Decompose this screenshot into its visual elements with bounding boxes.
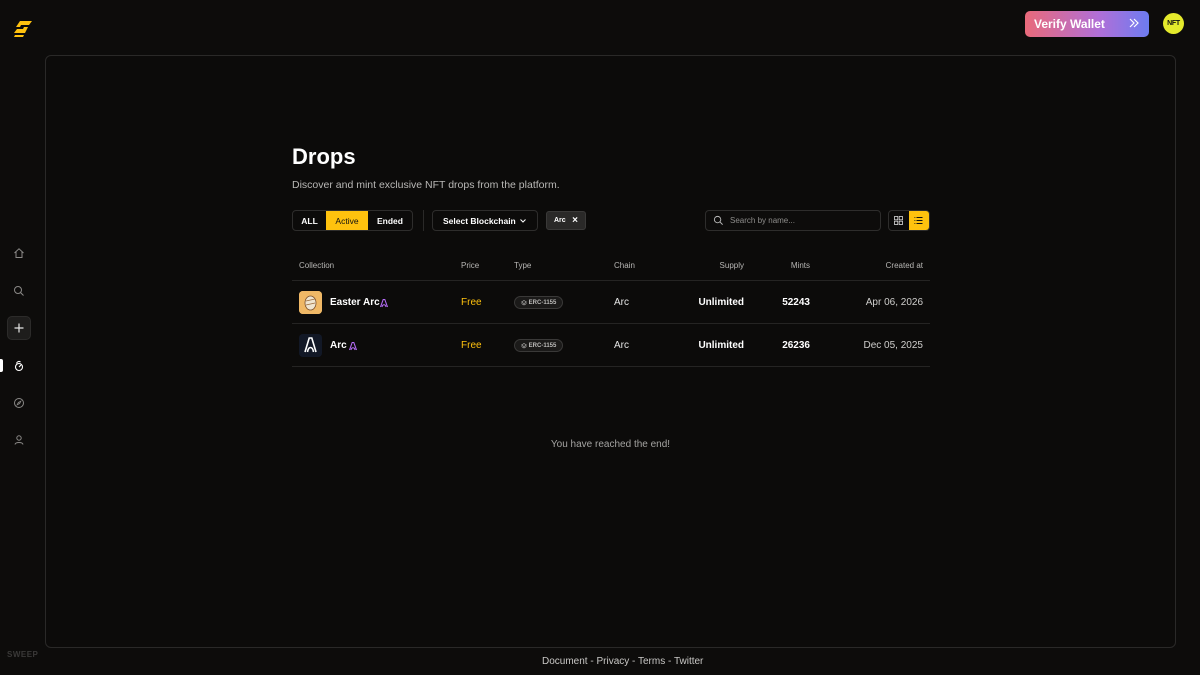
verify-wallet-button[interactable]: Verify Wallet [1025, 11, 1149, 37]
filter-all-button[interactable]: ALL [293, 211, 326, 230]
search-box [705, 210, 881, 231]
arc-chain-icon [379, 298, 389, 308]
chevron-down-icon [520, 219, 526, 223]
column-header-type: Type [514, 261, 532, 270]
created-value: Apr 06, 2026 [865, 297, 923, 308]
blockchain-select-label: Select Blockchain [443, 215, 516, 226]
close-icon[interactable]: × [572, 216, 578, 226]
footer-separator: - [665, 656, 674, 667]
grid-icon [894, 216, 904, 225]
token-type-label: ERC-1155 [528, 342, 557, 349]
search-icon [713, 215, 723, 225]
compass-icon [14, 398, 24, 408]
sidebar-item-drops[interactable] [7, 354, 31, 378]
chain-value: Arc [614, 297, 629, 308]
chain-value: Arc [614, 340, 629, 351]
layers-icon [520, 342, 527, 348]
collection-name: Arc [330, 340, 347, 351]
footer-link-document[interactable]: Document [542, 656, 588, 667]
sidebar-item-home[interactable] [7, 241, 31, 265]
filter-active-button[interactable]: Active [326, 211, 368, 230]
filter-chip-label: Arc [554, 217, 566, 224]
token-type-badge: ERC-1155 [514, 339, 563, 352]
column-header-chain: Chain [614, 261, 635, 270]
arc-logo-image [299, 334, 322, 357]
sidebar-item-create[interactable] [7, 316, 31, 340]
status-filter: ALL Active Ended [292, 210, 413, 231]
collection-name: Easter Arc [330, 297, 380, 308]
footer-link-twitter[interactable]: Twitter [674, 656, 703, 667]
sidebar-item-search[interactable] [7, 279, 31, 303]
blockchain-select[interactable]: Select Blockchain [432, 210, 538, 231]
footer-link-privacy[interactable]: Privacy [596, 656, 629, 667]
header-divider [292, 280, 930, 281]
mints-value: 52243 [782, 297, 810, 308]
plus-icon [14, 323, 24, 333]
page-subtitle: Discover and mint exclusive NFT drops fr… [292, 179, 560, 191]
layers-icon [520, 299, 527, 305]
home-icon [14, 248, 24, 258]
column-header-supply: Supply [719, 261, 744, 270]
price-value: Free [461, 340, 482, 351]
mints-value: 26236 [782, 340, 810, 351]
row-divider [292, 366, 930, 367]
drops-icon [14, 360, 24, 372]
filter-chip-arc: Arc × [546, 211, 586, 230]
collection-thumbnail [299, 291, 322, 314]
footer-links: Document - Privacy - Terms - Twitter [542, 656, 703, 667]
view-toggle [888, 210, 930, 231]
end-of-list-message: You have reached the end! [550, 439, 671, 450]
double-chevron-right-icon [1129, 18, 1139, 28]
footer-link-terms[interactable]: Terms [638, 656, 665, 667]
verify-wallet-label: Verify Wallet [1034, 17, 1105, 31]
avatar-text: NFT [1167, 20, 1180, 27]
column-header-collection: Collection [299, 261, 335, 270]
created-value: Dec 05, 2025 [863, 340, 924, 351]
token-type-badge: ERC-1155 [514, 296, 563, 309]
main-panel [45, 55, 1176, 648]
token-type-label: ERC-1155 [528, 299, 557, 306]
list-icon [914, 217, 923, 224]
avatar[interactable]: NFT [1163, 13, 1184, 34]
sidebar-item-explore[interactable] [7, 391, 31, 415]
column-header-mints: Mints [790, 261, 810, 270]
filter-ended-button[interactable]: Ended [368, 211, 412, 230]
supply-value: Unlimited [698, 297, 744, 308]
column-header-price: Price [461, 261, 480, 270]
list-view-button[interactable] [908, 211, 929, 230]
filter-divider [423, 210, 424, 231]
grid-view-button[interactable] [889, 211, 909, 230]
easter-egg-image [299, 291, 322, 314]
brand-footer-label: SWEEP [7, 650, 39, 659]
search-icon [14, 286, 24, 296]
supply-value: Unlimited [698, 340, 744, 351]
footer-separator: - [629, 656, 638, 667]
row-divider [292, 323, 930, 324]
search-input[interactable] [730, 216, 870, 225]
arc-chain-icon [348, 341, 358, 351]
column-header-created: Created at [885, 261, 923, 270]
collection-thumbnail [299, 334, 322, 357]
active-indicator [0, 359, 3, 372]
page-title: Drops [292, 144, 356, 169]
price-value: Free [461, 297, 482, 308]
sweep-logo[interactable] [12, 20, 34, 38]
